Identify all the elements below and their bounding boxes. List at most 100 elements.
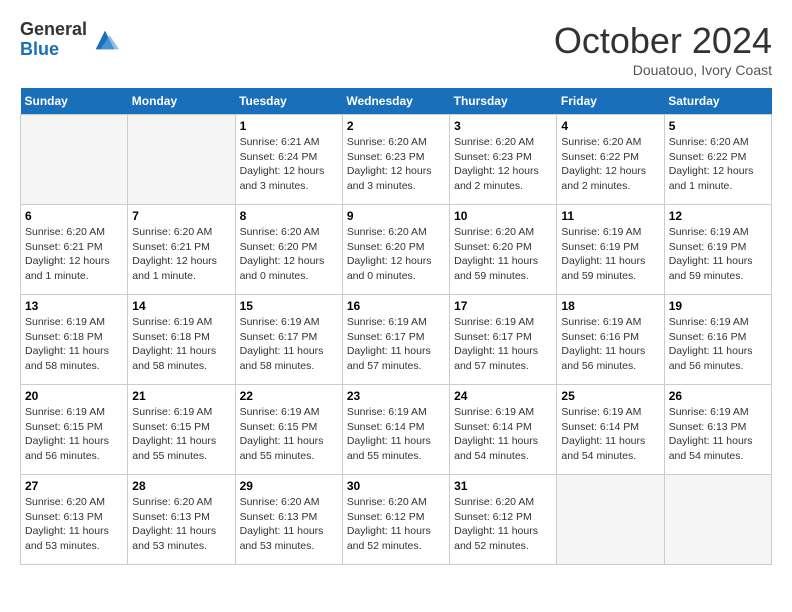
day-info: Sunrise: 6:19 AM Sunset: 6:19 PM Dayligh… bbox=[669, 225, 767, 284]
day-number: 5 bbox=[669, 119, 767, 133]
calendar-body: 1 Sunrise: 6:21 AM Sunset: 6:24 PM Daylig… bbox=[21, 115, 772, 565]
calendar-table: SundayMondayTuesdayWednesdayThursdayFrid… bbox=[20, 88, 772, 565]
calendar-cell: 11Sunrise: 6:19 AM Sunset: 6:19 PM Dayli… bbox=[557, 205, 664, 295]
day-info: Sunrise: 6:19 AM Sunset: 6:16 PM Dayligh… bbox=[561, 315, 659, 374]
logo: General Blue bbox=[20, 20, 119, 60]
calendar-cell: 18 Sunrise: 6:19 AM Sunset: 6:16 PM Dayli… bbox=[557, 295, 664, 385]
calendar-cell: 17 Sunrise: 6:19 AM Sunset: 6:17 PM Dayli… bbox=[450, 295, 557, 385]
logo-icon bbox=[91, 26, 119, 54]
calendar-cell: 30Sunrise: 6:20 AM Sunset: 6:12 PM Dayli… bbox=[342, 475, 449, 565]
day-info: Sunrise: 6:20 AM Sunset: 6:23 PM Dayligh… bbox=[454, 135, 552, 194]
day-info: Sunrise: 6:20 AM Sunset: 6:13 PM Dayligh… bbox=[132, 495, 230, 554]
day-info: Sunrise: 6:20 AM Sunset: 6:22 PM Dayligh… bbox=[561, 135, 659, 194]
header-cell-thursday: Thursday bbox=[450, 88, 557, 115]
day-number: 11 bbox=[561, 209, 659, 223]
calendar-week-2: 6 Sunrise: 6:20 AM Sunset: 6:21 PM Daylig… bbox=[21, 205, 772, 295]
day-info: Sunrise: 6:20 AM Sunset: 6:22 PM Dayligh… bbox=[669, 135, 767, 194]
day-info: Sunrise: 6:19 AM Sunset: 6:14 PM Dayligh… bbox=[561, 405, 659, 464]
calendar-cell: 24 Sunrise: 6:19 AM Sunset: 6:14 PM Dayli… bbox=[450, 385, 557, 475]
day-info: Sunrise: 6:19 AM Sunset: 6:17 PM Dayligh… bbox=[454, 315, 552, 374]
day-info: Sunrise: 6:19 AM Sunset: 6:14 PM Dayligh… bbox=[454, 405, 552, 464]
calendar-cell: 16Sunrise: 6:19 AM Sunset: 6:17 PM Dayli… bbox=[342, 295, 449, 385]
day-number: 14 bbox=[132, 299, 230, 313]
day-number: 18 bbox=[561, 299, 659, 313]
day-number: 17 bbox=[454, 299, 552, 313]
calendar-cell: 4 Sunrise: 6:20 AM Sunset: 6:22 PM Daylig… bbox=[557, 115, 664, 205]
header-row: SundayMondayTuesdayWednesdayThursdayFrid… bbox=[21, 88, 772, 115]
day-number: 27 bbox=[25, 479, 123, 493]
day-number: 19 bbox=[669, 299, 767, 313]
day-number: 23 bbox=[347, 389, 445, 403]
calendar-cell: 15 Sunrise: 6:19 AM Sunset: 6:17 PM Dayli… bbox=[235, 295, 342, 385]
header-cell-friday: Friday bbox=[557, 88, 664, 115]
day-info: Sunrise: 6:19 AM Sunset: 6:15 PM Dayligh… bbox=[25, 405, 123, 464]
day-info: Sunrise: 6:20 AM Sunset: 6:21 PM Dayligh… bbox=[132, 225, 230, 284]
calendar-cell: 8 Sunrise: 6:20 AM Sunset: 6:20 PM Daylig… bbox=[235, 205, 342, 295]
calendar-cell: 25 Sunrise: 6:19 AM Sunset: 6:14 PM Dayli… bbox=[557, 385, 664, 475]
calendar-cell: 5 Sunrise: 6:20 AM Sunset: 6:22 PM Daylig… bbox=[664, 115, 771, 205]
day-info: Sunrise: 6:19 AM Sunset: 6:15 PM Dayligh… bbox=[132, 405, 230, 464]
day-number: 10 bbox=[454, 209, 552, 223]
day-number: 1 bbox=[240, 119, 338, 133]
calendar-cell: 29 Sunrise: 6:20 AM Sunset: 6:13 PM Dayli… bbox=[235, 475, 342, 565]
calendar-cell: 7 Sunrise: 6:20 AM Sunset: 6:21 PM Daylig… bbox=[128, 205, 235, 295]
calendar-cell: 2 Sunrise: 6:20 AM Sunset: 6:23 PM Daylig… bbox=[342, 115, 449, 205]
day-info: Sunrise: 6:20 AM Sunset: 6:23 PM Dayligh… bbox=[347, 135, 445, 194]
calendar-cell bbox=[128, 115, 235, 205]
day-info: Sunrise: 6:20 AM Sunset: 6:13 PM Dayligh… bbox=[240, 495, 338, 554]
day-number: 29 bbox=[240, 479, 338, 493]
day-info: Sunrise: 6:20 AM Sunset: 6:13 PM Dayligh… bbox=[25, 495, 123, 554]
calendar-cell: 3 Sunrise: 6:20 AM Sunset: 6:23 PM Daylig… bbox=[450, 115, 557, 205]
calendar-cell: 26 Sunrise: 6:19 AM Sunset: 6:13 PM Dayli… bbox=[664, 385, 771, 475]
day-info: Sunrise: 6:19 AM Sunset: 6:14 PM Dayligh… bbox=[347, 405, 445, 464]
day-number: 31 bbox=[454, 479, 552, 493]
calendar-cell bbox=[664, 475, 771, 565]
calendar-week-5: 27 Sunrise: 6:20 AM Sunset: 6:13 PM Dayli… bbox=[21, 475, 772, 565]
header-cell-tuesday: Tuesday bbox=[235, 88, 342, 115]
day-number: 21 bbox=[132, 389, 230, 403]
header-cell-wednesday: Wednesday bbox=[342, 88, 449, 115]
day-info: Sunrise: 6:20 AM Sunset: 6:21 PM Dayligh… bbox=[25, 225, 123, 284]
calendar-week-4: 20Sunrise: 6:19 AM Sunset: 6:15 PM Dayli… bbox=[21, 385, 772, 475]
day-number: 4 bbox=[561, 119, 659, 133]
day-number: 6 bbox=[25, 209, 123, 223]
day-info: Sunrise: 6:21 AM Sunset: 6:24 PM Dayligh… bbox=[240, 135, 338, 194]
day-info: Sunrise: 6:19 AM Sunset: 6:13 PM Dayligh… bbox=[669, 405, 767, 464]
day-number: 2 bbox=[347, 119, 445, 133]
calendar-cell bbox=[557, 475, 664, 565]
day-info: Sunrise: 6:20 AM Sunset: 6:12 PM Dayligh… bbox=[347, 495, 445, 554]
header-cell-monday: Monday bbox=[128, 88, 235, 115]
calendar-cell: 31 Sunrise: 6:20 AM Sunset: 6:12 PM Dayli… bbox=[450, 475, 557, 565]
calendar-week-3: 13 Sunrise: 6:19 AM Sunset: 6:18 PM Dayli… bbox=[21, 295, 772, 385]
calendar-cell bbox=[21, 115, 128, 205]
day-info: Sunrise: 6:20 AM Sunset: 6:12 PM Dayligh… bbox=[454, 495, 552, 554]
calendar-cell: 21 Sunrise: 6:19 AM Sunset: 6:15 PM Dayli… bbox=[128, 385, 235, 475]
day-info: Sunrise: 6:20 AM Sunset: 6:20 PM Dayligh… bbox=[347, 225, 445, 284]
calendar-week-1: 1 Sunrise: 6:21 AM Sunset: 6:24 PM Daylig… bbox=[21, 115, 772, 205]
calendar-cell: 13Sunrise: 6:19 AM Sunset: 6:18 PM Dayli… bbox=[21, 295, 128, 385]
calendar-cell: 22Sunrise: 6:19 AM Sunset: 6:15 PM Dayli… bbox=[235, 385, 342, 475]
calendar-cell: 23 Sunrise: 6:19 AM Sunset: 6:14 PM Dayli… bbox=[342, 385, 449, 475]
day-info: Sunrise: 6:20 AM Sunset: 6:20 PM Dayligh… bbox=[240, 225, 338, 284]
calendar-cell: 28 Sunrise: 6:20 AM Sunset: 6:13 PM Dayli… bbox=[128, 475, 235, 565]
calendar-cell: 9Sunrise: 6:20 AM Sunset: 6:20 PM Daylig… bbox=[342, 205, 449, 295]
logo-blue: Blue bbox=[20, 40, 87, 60]
header-cell-sunday: Sunday bbox=[21, 88, 128, 115]
day-number: 25 bbox=[561, 389, 659, 403]
day-number: 3 bbox=[454, 119, 552, 133]
day-number: 28 bbox=[132, 479, 230, 493]
day-number: 24 bbox=[454, 389, 552, 403]
day-number: 7 bbox=[132, 209, 230, 223]
day-number: 13 bbox=[25, 299, 123, 313]
day-number: 15 bbox=[240, 299, 338, 313]
day-number: 8 bbox=[240, 209, 338, 223]
day-info: Sunrise: 6:19 AM Sunset: 6:18 PM Dayligh… bbox=[132, 315, 230, 374]
day-number: 16 bbox=[347, 299, 445, 313]
day-number: 26 bbox=[669, 389, 767, 403]
calendar-cell: 1 Sunrise: 6:21 AM Sunset: 6:24 PM Daylig… bbox=[235, 115, 342, 205]
calendar-cell: 19Sunrise: 6:19 AM Sunset: 6:16 PM Dayli… bbox=[664, 295, 771, 385]
calendar-cell: 14 Sunrise: 6:19 AM Sunset: 6:18 PM Dayli… bbox=[128, 295, 235, 385]
day-info: Sunrise: 6:19 AM Sunset: 6:17 PM Dayligh… bbox=[240, 315, 338, 374]
day-info: Sunrise: 6:19 AM Sunset: 6:15 PM Dayligh… bbox=[240, 405, 338, 464]
calendar-cell: 6 Sunrise: 6:20 AM Sunset: 6:21 PM Daylig… bbox=[21, 205, 128, 295]
